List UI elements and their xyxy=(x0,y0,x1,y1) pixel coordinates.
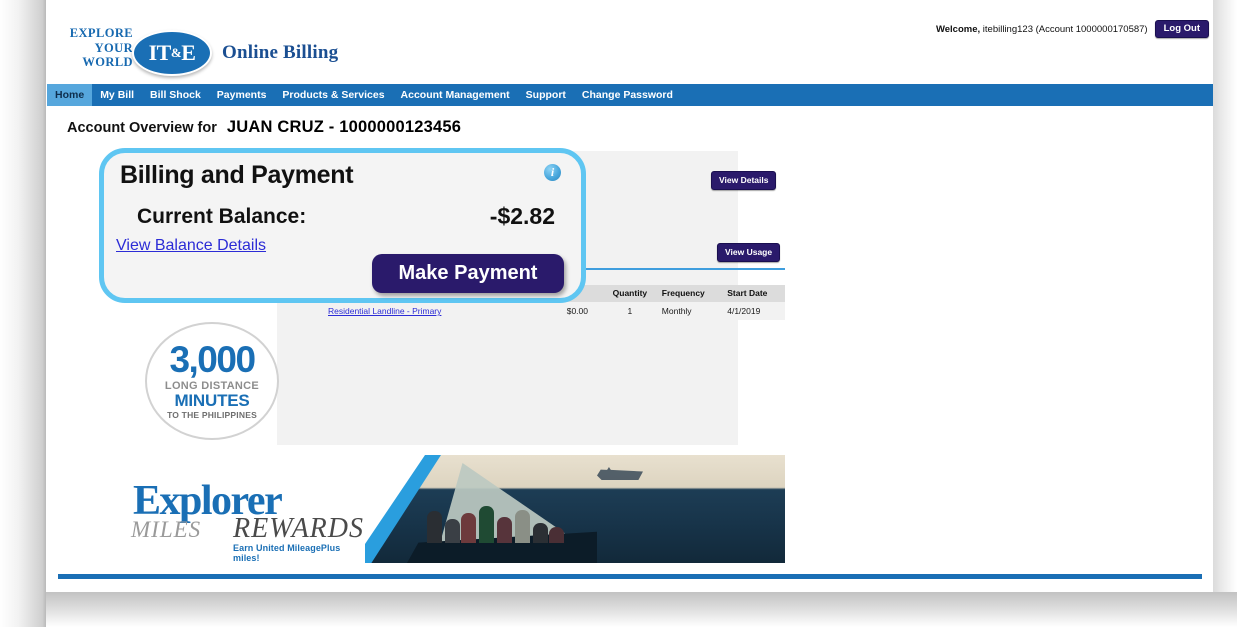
billing-card-heading: Billing and Payment xyxy=(120,161,354,189)
column-header-start-date: Start Date xyxy=(723,285,785,302)
ite-logo-ampersand: & xyxy=(170,45,182,60)
column-header-frequency: Frequency xyxy=(657,285,724,302)
site-title: Online Billing xyxy=(222,42,339,63)
banner-miles-word: MILES xyxy=(131,517,202,542)
service-name-link[interactable]: Residential Landline - Primary xyxy=(328,306,441,316)
cell-start-date: 4/1/2019 xyxy=(723,302,785,320)
browser-page: EXPLORE YOUR WORLD IT & E Online Billing W… xyxy=(47,0,1213,592)
cell-frequency: Monthly xyxy=(657,302,724,320)
page-title: Account Overview for JUAN CRUZ - 1000000… xyxy=(67,118,461,137)
ite-logo-it: IT xyxy=(148,40,172,65)
screenshot-root: EXPLORE YOUR WORLD IT & E Online Billing W… xyxy=(0,0,1237,627)
make-payment-button[interactable]: Make Payment xyxy=(372,254,564,293)
log-out-button[interactable]: Log Out xyxy=(1154,20,1209,38)
footer-bar xyxy=(57,573,1203,580)
window-shadow-right xyxy=(1212,0,1237,600)
nav-item-my-bill[interactable]: My Bill xyxy=(92,84,142,106)
brand-tagline-line-2: YOUR xyxy=(94,40,133,55)
nav-item-change-password[interactable]: Change Password xyxy=(574,84,681,106)
current-balance-label: Current Balance: xyxy=(137,205,307,228)
brand-tagline-line-1: EXPLORE xyxy=(69,26,133,40)
banner-people-silhouettes xyxy=(423,503,583,543)
window-shadow-bottom xyxy=(46,592,1237,627)
current-balance-value: -$2.82 xyxy=(489,203,555,229)
ite-logo-e: E xyxy=(181,40,196,65)
main-navigation: Home My Bill Bill Shock Payments Product… xyxy=(47,84,1213,106)
explorer-miles-rewards-banner[interactable]: Explorer MILES REWARDS Earn United Milea… xyxy=(125,455,785,563)
banner-text-area: Explorer MILES REWARDS Earn United Milea… xyxy=(125,455,365,563)
site-masthead: EXPLORE YOUR WORLD IT & E Online Billing W… xyxy=(47,0,1213,84)
view-usage-button[interactable]: View Usage xyxy=(717,243,781,262)
cell-quantity: 1 xyxy=(602,302,658,320)
ite-logo[interactable]: IT & E xyxy=(132,30,212,76)
nav-item-support[interactable]: Support xyxy=(518,84,574,106)
table-row: Residential Landline - Primary $0.00 1 M… xyxy=(324,302,785,320)
banner-ship-silhouette xyxy=(597,467,643,480)
view-details-button[interactable]: View Details xyxy=(711,171,777,190)
ite-logo-text: IT & E xyxy=(134,32,210,74)
column-header-quantity: Quantity xyxy=(602,285,658,302)
nav-item-account-management[interactable]: Account Management xyxy=(393,84,518,106)
welcome-text: Welcome, itebilling123 (Account 10000001… xyxy=(936,24,1148,35)
long-distance-minutes-badge: 3,000 LONG DISTANCE MINUTES TO THE PHILI… xyxy=(145,322,279,440)
nav-item-payments[interactable]: Payments xyxy=(209,84,275,106)
page-title-label: Account Overview for xyxy=(67,120,217,136)
badge-minutes-label: MINUTES xyxy=(174,390,250,410)
badge-minutes-count: 3,000 xyxy=(169,338,256,380)
view-balance-details-link[interactable]: View Balance Details xyxy=(116,237,266,255)
badge-long-distance-label: LONG DISTANCE xyxy=(164,379,260,392)
banner-tagline: Earn United MileagePlus miles! xyxy=(233,543,341,563)
welcome-bar: Welcome, itebilling123 (Account 10000001… xyxy=(936,20,1209,38)
badge-destination-label: TO THE PHILIPPINES xyxy=(167,409,257,420)
info-icon[interactable]: i xyxy=(544,164,561,181)
nav-item-home[interactable]: Home xyxy=(47,84,93,106)
nav-item-bill-shock[interactable]: Bill Shock xyxy=(142,84,209,106)
brand-tagline-line-3: WORLD xyxy=(82,55,133,69)
brand-tagline: EXPLORE YOUR WORLD xyxy=(51,26,133,70)
nav-item-products-services[interactable]: Products & Services xyxy=(274,84,392,106)
page-title-account: JUAN CRUZ - 1000000123456 xyxy=(226,118,462,136)
window-shadow-left xyxy=(0,0,46,627)
welcome-username: itebilling123 (Account 1000000170587) xyxy=(980,23,1148,35)
banner-rewards-word: REWARDS xyxy=(233,513,365,544)
welcome-label: Welcome, xyxy=(935,23,981,35)
cell-charge: $0.00 xyxy=(522,302,602,320)
billing-and-payment-card: Billing and Payment i Current Balance: -… xyxy=(99,148,586,303)
